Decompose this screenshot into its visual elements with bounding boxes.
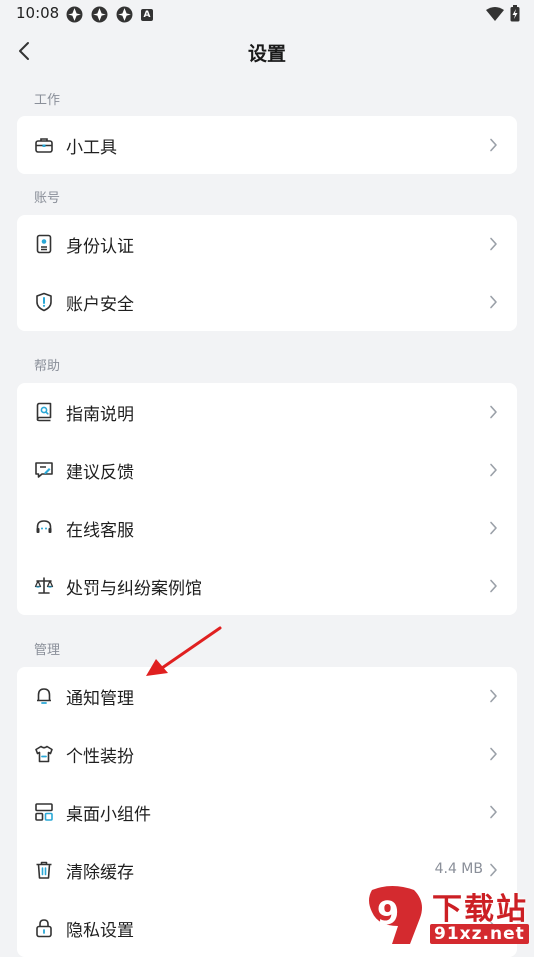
chevron-right-icon [490,689,497,703]
cache-size-value: 4.4 MB [434,861,483,877]
status-time: 10:08 [16,4,60,22]
page-title: 设置 [247,43,286,65]
chevron-right-icon [490,405,497,419]
svg-text:9: 9 [377,894,399,932]
card-help: 指南说明 建议反馈 在线客服 处罚与纠纷案例馆 [17,383,517,615]
settings-item-label: 小工具 [66,138,117,158]
settings-item-customer-service[interactable]: 在线客服 [17,499,517,557]
page-header: 设置 [0,28,534,76]
settings-item-feedback[interactable]: 建议反馈 [17,441,517,499]
settings-item-label: 身份认证 [66,237,134,257]
settings-item-label: 账户安全 [66,295,134,315]
settings-item-penalty-cases[interactable]: 处罚与纠纷案例馆 [17,557,517,615]
toolbox-icon [35,138,53,153]
chevron-right-icon [490,521,497,535]
settings-item-label: 隐私设置 [66,921,134,941]
notification-app-icon [66,6,83,23]
chevron-right-icon [490,138,497,152]
settings-item-label: 通知管理 [66,689,134,709]
section-label-account: 账号 [34,191,61,206]
settings-item-tools[interactable]: 小工具 [17,116,517,174]
chevron-right-icon [490,805,497,819]
headset-icon [36,520,52,533]
chevron-right-icon [490,295,497,309]
tshirt-icon [35,745,53,763]
chevron-right-icon [490,463,497,477]
chevron-right-icon [490,863,497,877]
battery-charging-icon [510,5,520,22]
notification-app-icon [116,6,133,23]
watermark-logo-icon: 9 [369,886,422,944]
id-card-icon [36,234,52,254]
section-label-manage: 管理 [34,643,61,658]
status-system-icons [486,5,520,22]
settings-item-widgets[interactable]: 桌面小组件 [17,783,517,841]
chevron-right-icon [490,579,497,593]
shield-icon [36,292,52,312]
status-bar: 10:08 A [0,0,534,28]
bell-icon [37,688,51,704]
settings-item-label: 个性装扮 [66,747,134,767]
scale-icon [34,577,54,594]
watermark-title: 下载站 [432,892,528,927]
settings-item-personalize[interactable]: 个性装扮 [17,725,517,783]
watermark: 9 下载站 91xz.net [360,880,534,950]
status-notification-icons: A [66,6,153,23]
settings-item-label: 处罚与纠纷案例馆 [66,579,202,599]
settings-item-label: 清除缓存 [66,863,134,883]
settings-item-label: 指南说明 [66,405,134,425]
section-label-work: 工作 [34,93,61,108]
guide-book-icon [36,402,52,422]
settings-item-notification[interactable]: 通知管理 [17,667,517,725]
widget-icon [35,803,53,821]
settings-item-label: 桌面小组件 [66,805,151,825]
settings-item-label: 在线客服 [66,521,134,541]
chevron-right-icon [490,237,497,251]
card-work: 小工具 [17,116,517,174]
settings-item-label: 建议反馈 [66,463,134,483]
settings-item-identity[interactable]: 身份认证 [17,215,517,273]
notification-badge-icon: A [141,8,153,21]
watermark-url: 91xz.net [430,924,529,944]
lock-icon [36,919,52,938]
feedback-icon [35,462,53,478]
trash-icon [36,861,52,879]
chevron-right-icon [490,747,497,761]
settings-item-account-security[interactable]: 账户安全 [17,273,517,331]
notification-app-icon [91,6,108,23]
wifi-icon [486,6,504,21]
card-account: 身份认证 账户安全 [17,215,517,331]
settings-item-guide[interactable]: 指南说明 [17,383,517,441]
section-label-help: 帮助 [34,359,61,374]
